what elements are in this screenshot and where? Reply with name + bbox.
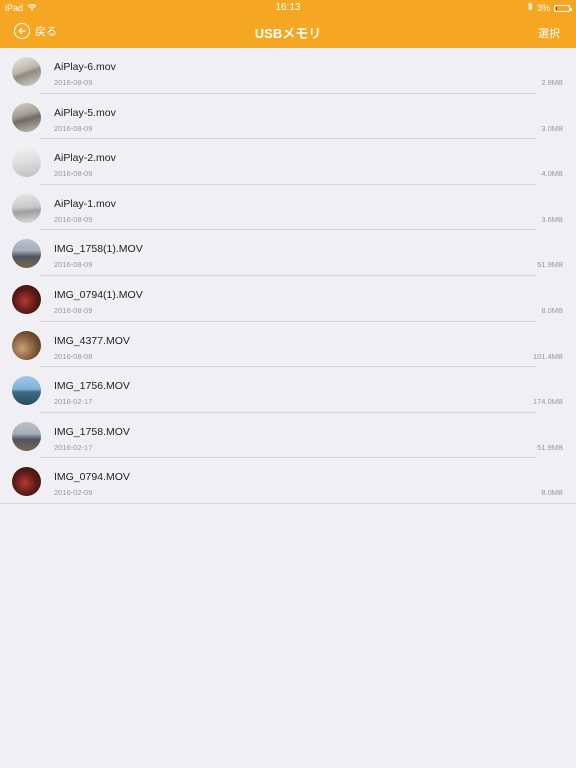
file-name: IMG_1756.MOV: [54, 380, 130, 393]
file-size: 8.0MB: [541, 488, 563, 498]
file-name: IMG_4377.MOV: [54, 334, 130, 347]
file-row[interactable]: IMG_0794.MOV 2016-02-09 8.0MB: [0, 458, 576, 504]
video-thumbnail: [12, 193, 41, 223]
file-date: 2016-08-09: [54, 214, 93, 224]
video-thumbnail: [12, 330, 41, 360]
battery-percent: 3%: [536, 3, 550, 13]
file-date: 2016-08-08: [54, 351, 93, 361]
file-row[interactable]: IMG_0794(1).MOV 2016-08-09 8.0MB: [0, 276, 576, 322]
select-button[interactable]: 選択: [538, 25, 560, 41]
file-name: IMG_0794.MOV: [54, 471, 130, 484]
video-thumbnail: [12, 421, 41, 451]
file-name: IMG_1758(1).MOV: [54, 243, 143, 256]
video-thumbnail: [12, 102, 41, 132]
file-row[interactable]: IMG_1756.MOV 2016-02-17 174.0MB: [0, 367, 576, 413]
file-date: 2016-02-17: [54, 442, 93, 452]
file-size: 174.0MB: [532, 397, 563, 407]
file-date: 2016-02-09: [54, 488, 93, 498]
file-row[interactable]: IMG_1758.MOV 2016-02-17 51.9MB: [0, 413, 576, 459]
battery-icon: [554, 4, 572, 12]
file-size: 51.9MB: [537, 260, 563, 270]
page-title: USBメモリ: [254, 26, 322, 41]
video-thumbnail: [12, 148, 41, 178]
status-right: 3%: [527, 0, 572, 16]
file-list: AiPlay-6.mov 2016-08-09 2.8MB AiPlay-5.mov 2…: [0, 48, 576, 504]
status-bar: iPad 16:13 3%: [0, 0, 576, 16]
file-name: IMG_0794(1).MOV: [54, 288, 143, 301]
file-size: 2.8MB: [541, 78, 563, 87]
top-bar: iPad 16:13 3% 戻る USBメモリ 選択: [0, 0, 576, 48]
row-divider: [0, 502, 576, 504]
video-thumbnail: [12, 467, 41, 497]
file-name: AiPlay-2.mov: [54, 152, 116, 165]
file-size: 8.0MB: [541, 305, 563, 315]
video-thumbnail: [12, 239, 41, 269]
file-row[interactable]: AiPlay-6.mov 2016-08-09 2.8MB: [0, 48, 576, 94]
file-date: 2016-08-09: [54, 123, 93, 133]
file-date: 2016-08-09: [54, 305, 93, 315]
status-time: 16:13: [275, 2, 301, 13]
battery-level: [556, 6, 557, 10]
video-thumbnail: [12, 57, 41, 86]
file-row[interactable]: AiPlay-1.mov 2016-08-09 3.6MB: [0, 185, 576, 231]
video-thumbnail: [12, 376, 41, 406]
file-size: 3.6MB: [541, 214, 563, 224]
file-size: 101.4MB: [532, 351, 563, 361]
file-size: 51.9MB: [537, 442, 563, 452]
navigation-bar: 戻る USBメモリ 選択: [0, 16, 576, 48]
file-row[interactable]: IMG_1758(1).MOV 2016-08-09 51.9MB: [0, 230, 576, 276]
file-date: 2016-08-09: [54, 260, 93, 270]
file-date: 2016-02-17: [54, 397, 93, 407]
file-name: IMG_1758.MOV: [54, 425, 130, 438]
file-name: AiPlay-1.mov: [54, 197, 116, 210]
file-row[interactable]: AiPlay-2.mov 2016-08-09 4.0MB: [0, 139, 576, 185]
video-thumbnail: [12, 284, 41, 314]
file-name: AiPlay-5.mov: [54, 106, 116, 119]
file-size: 3.0MB: [541, 123, 563, 133]
bluetooth-icon: [527, 0, 533, 16]
file-size: 4.0MB: [541, 169, 563, 179]
file-name: AiPlay-6.mov: [54, 61, 116, 73]
file-date: 2016-08-09: [54, 169, 93, 179]
file-row[interactable]: AiPlay-5.mov 2016-08-09 3.0MB: [0, 94, 576, 140]
file-row[interactable]: IMG_4377.MOV 2016-08-08 101.4MB: [0, 322, 576, 368]
file-date: 2016-08-09: [54, 78, 93, 87]
